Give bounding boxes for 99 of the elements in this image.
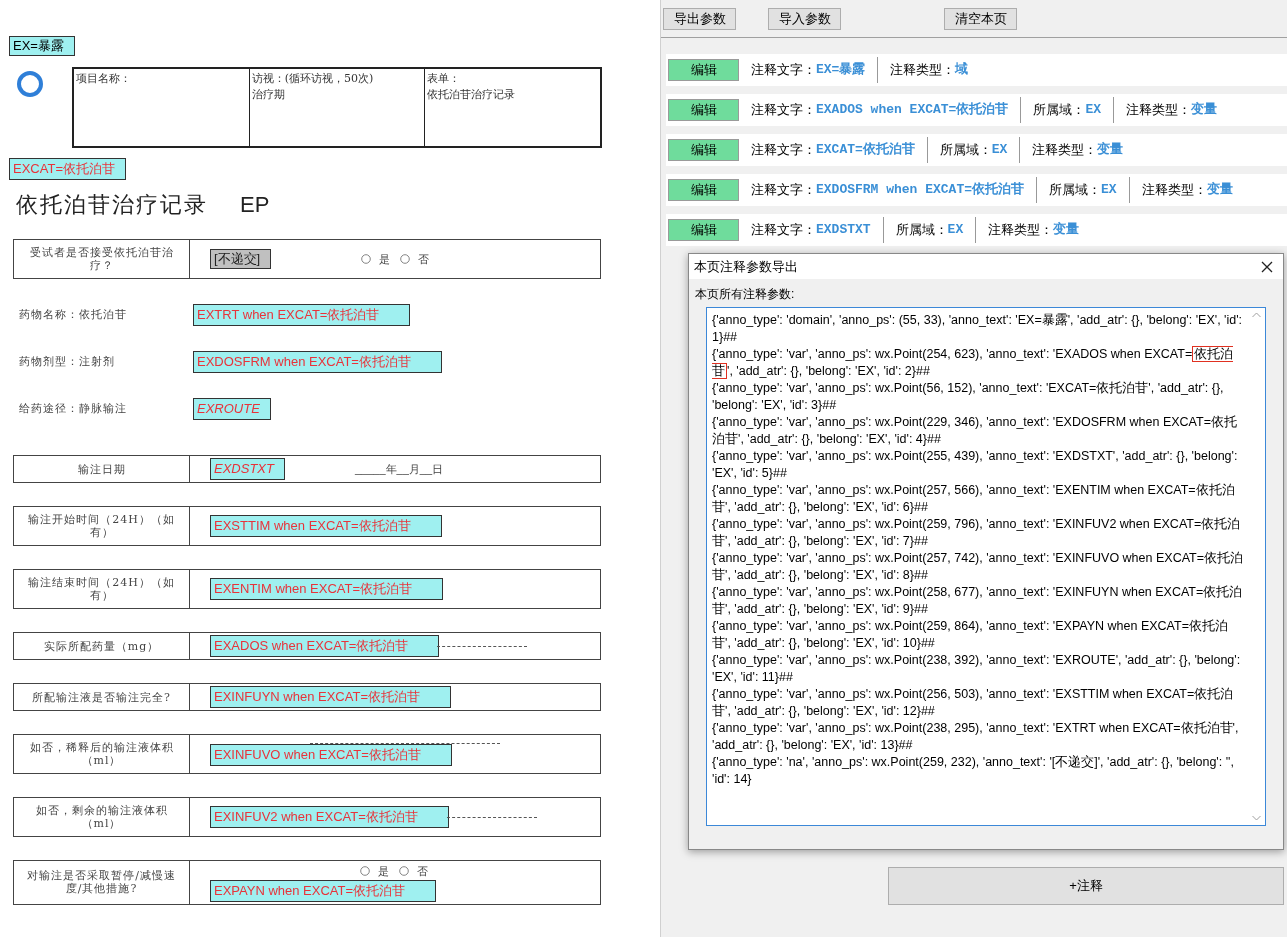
parameter-entry: {'anno_type': 'var', 'anno_ps': wx.Point(259, 796), 'anno_text': 'EXINFUV2 when EXCAT=依托泊苷', 'add_atr': {}, 'belong': 'EX', 'id': 7}## bbox=[712, 516, 1242, 550]
parameter-entry: {'anno_type': 'var', 'anno_ps': wx.Point(56, 152), 'anno_text': 'EXCAT=依托泊苷', 'add_atr': {}, 'belong': 'EX', 'id': 3}## bbox=[712, 380, 1225, 414]
field-label: 如否，稀释后的输注液体积（ml） bbox=[28, 741, 175, 767]
field-label: 给药途径：静脉输注 bbox=[19, 402, 128, 415]
table-cell-text: 依托泊苷治疗记录 bbox=[427, 87, 516, 103]
field-value: EX bbox=[991, 141, 1008, 160]
field-label: 所属域： bbox=[1049, 181, 1102, 200]
field-value: EX bbox=[1085, 101, 1102, 120]
field-label: 注释文字： bbox=[751, 61, 816, 80]
field-label: 如否，剩余的输注液体积（ml） bbox=[34, 804, 169, 830]
field-value: 变量 bbox=[1206, 181, 1233, 200]
field-label: 注释文字： bbox=[751, 221, 816, 240]
radio-button[interactable] bbox=[361, 254, 372, 264]
annotation-label: EXPAYN when EXCAT=依托泊苷 bbox=[210, 879, 437, 902]
field-label: 所属域： bbox=[939, 141, 992, 160]
field-label: 所配输注液是否输注完全? bbox=[32, 690, 171, 704]
field-label: 注释类型： bbox=[1126, 101, 1192, 120]
parameter-entry: {'anno_type': 'var', 'anno_ps': wx.Point(259, 864), 'anno_text': 'EXPAYN when EXCAT=依托泊苷', 'add_atr': {}, 'belong': 'EX', 'id': 10}## bbox=[712, 618, 1229, 652]
radio-label: 否 bbox=[418, 251, 430, 267]
field-label: 注释类型： bbox=[1032, 141, 1098, 160]
field-label: 注释文字： bbox=[751, 101, 816, 120]
parameter-entry: {'anno_type': 'var', 'anno_ps': wx.Point(257, 742), 'anno_text': 'EXINFUVO when EXCAT=依托泊苷', 'add_atr': {}, 'belong': 'EX', 'id': 8}## bbox=[712, 550, 1244, 584]
annotation-label: EXROUTE bbox=[193, 397, 271, 420]
field-value: 变量 bbox=[1097, 141, 1124, 160]
parameter-entry: {'anno_type': 'na', 'anno_ps': wx.Point(259, 232), 'anno_text': '[不递交]', 'add_atr': {}, 'belong': '', 'id': 14} bbox=[712, 754, 1235, 788]
field-value: EXDOSFRM when EXCAT=依托泊苷 bbox=[816, 181, 1025, 200]
field-label: 注释文字： bbox=[751, 181, 816, 200]
table-cell-text: 治疗期 bbox=[251, 87, 285, 103]
field-value: EXADOS when EXCAT=依托泊苷 bbox=[816, 101, 1009, 120]
edit-button[interactable]: 编辑 bbox=[668, 219, 739, 241]
annotation-label: EXINFUYN when EXCAT=依托泊苷 bbox=[210, 686, 451, 708]
form-title: 依托泊苷治疗记录 bbox=[16, 191, 208, 219]
field-label: 注释类型： bbox=[988, 221, 1054, 240]
add-annotation-button[interactable]: +注释 bbox=[888, 867, 1284, 905]
field-label: 实际所配药量（mg） bbox=[43, 639, 160, 653]
radio-button[interactable] bbox=[400, 254, 411, 264]
edit-button[interactable]: 编辑 bbox=[668, 99, 739, 121]
annotation-label: [不递交] bbox=[210, 249, 272, 269]
annotation-label: EXDSTXT bbox=[210, 458, 285, 480]
parameter-entry: {'anno_type': 'var', 'anno_ps': wx.Point(255, 439), 'anno_text': 'EXDSTXT', 'add_atr': {}, 'belong': 'EX', 'id': 5}## bbox=[712, 448, 1239, 482]
field-value: 域 bbox=[955, 61, 969, 80]
field-label: 药物剂型：注射剂 bbox=[19, 355, 116, 368]
annotation-label: EXCAT=依托泊苷 bbox=[9, 158, 126, 180]
parameter-entry: {'anno_type': 'domain', 'anno_ps': (55, 33), 'anno_text': 'EX=暴露', 'add_atr': {}, 'belong': 'EX', 'id': 1}## bbox=[712, 312, 1244, 346]
annotation-label: EXINFUVO when EXCAT=依托泊苷 bbox=[210, 743, 452, 766]
parameter-entry: {'anno_type': 'var', 'anno_ps': wx.Point(229, 346), 'anno_text': 'EXDOSFRM when EXCAT=依托泊苷', 'add_atr': {}, 'belong': 'EX', 'id': 4}## bbox=[712, 414, 1238, 448]
parameter-entry: {'anno_type': 'var', 'anno_ps': wx.Point(254, 623), 'anno_text': 'EXADOS when EXCAT= 依托泊苷 ', 'add_atr': {}, 'belong': 'EX', 'id': 2}## bbox=[712, 346, 1235, 380]
form-code: EP bbox=[240, 191, 270, 219]
parameter-entry: {'anno_type': 'var', 'anno_ps': wx.Point(257, 566), 'anno_text': 'EXENTIM when EXCAT=依托泊苷', 'add_atr': {}, 'belong': 'EX', 'id': 6}## bbox=[712, 482, 1236, 516]
table-cell-text: 访视：(循环访视，50次) bbox=[251, 71, 374, 87]
fill-in-line[interactable] bbox=[437, 645, 528, 647]
radio-button[interactable] bbox=[399, 866, 409, 877]
edit-button[interactable]: 编辑 bbox=[668, 59, 739, 81]
field-label: 注释类型： bbox=[890, 61, 956, 80]
dialog-title: 本页注释参数导出 bbox=[694, 257, 798, 276]
annotation-label: EXDOSFRM when EXCAT=依托泊苷 bbox=[193, 350, 442, 373]
edit-button[interactable]: 编辑 bbox=[668, 179, 739, 201]
radio-label: 是 bbox=[379, 251, 391, 267]
parameter-entry: {'anno_type': 'var', 'anno_ps': wx.Point(258, 677), 'anno_text': 'EXINFUYN when EXCAT=依托泊苷', 'add_atr': {}, 'belong': 'EX', 'id': 9}## bbox=[712, 584, 1244, 618]
annotation-label: EXTRT when EXCAT=依托泊苷 bbox=[193, 303, 411, 326]
field-label: 输注日期 bbox=[77, 462, 126, 476]
field-value: 变量 bbox=[1053, 221, 1080, 240]
field-value: 变量 bbox=[1191, 101, 1218, 120]
field-label: 所属域： bbox=[1033, 101, 1086, 120]
field-label: 本页所有注释参数: bbox=[694, 286, 796, 303]
table-cell-text: 表单： bbox=[427, 71, 461, 87]
annotation-label: EX=暴露 bbox=[9, 36, 75, 56]
radio-label: 否 bbox=[417, 864, 428, 879]
annotation-label: EXENTIM when EXCAT=依托泊苷 bbox=[210, 578, 444, 600]
ring-logo-icon bbox=[15, 69, 45, 99]
field-label: 药物名称：依托泊苷 bbox=[19, 308, 128, 321]
field-value: EXCAT=依托泊苷 bbox=[816, 141, 915, 160]
field-value: EX=暴露 bbox=[816, 61, 866, 80]
field-label: 输注结束时间（24H）（如有） bbox=[27, 576, 176, 602]
annotation-label: EXSTTIM when EXCAT=依托泊苷 bbox=[210, 515, 442, 537]
toolbar-button[interactable]: 清空本页 bbox=[944, 7, 1017, 30]
field-value: EXDSTXT bbox=[816, 221, 871, 240]
radio-label: 是 bbox=[378, 864, 389, 879]
field-value: EX bbox=[1101, 181, 1117, 200]
field-label: 注释文字： bbox=[751, 141, 816, 160]
field-label: 注释类型： bbox=[1141, 181, 1207, 200]
annotation-label: EXINFUV2 when EXCAT=依托泊苷 bbox=[210, 806, 449, 828]
table-cell-text: 项目名称： bbox=[76, 71, 131, 87]
field-label: 输注开始时间（24H）（如有） bbox=[27, 513, 176, 539]
annotation-label: EXADOS when EXCAT=依托泊苷 bbox=[210, 635, 440, 657]
parameter-entry: {'anno_type': 'var', 'anno_ps': wx.Point(256, 503), 'anno_text': 'EXSTTIM when EXCAT=依托泊苷', 'add_atr': {}, 'belong': 'EX', 'id': 12}## bbox=[712, 686, 1235, 720]
parameter-entry: {'anno_type': 'var', 'anno_ps': wx.Point(238, 392), 'anno_text': 'EXROUTE', 'add_atr': {}, 'belong': 'EX', 'id': 11}## bbox=[712, 652, 1242, 686]
radio-button[interactable] bbox=[360, 866, 370, 877]
field-value: EX bbox=[947, 221, 964, 240]
field-label: 所属域： bbox=[895, 221, 948, 240]
fill-in-line[interactable] bbox=[446, 816, 537, 818]
field-label: 受试者是否接受依托泊苷治疗？ bbox=[28, 246, 175, 272]
toolbar-button[interactable]: 导入参数 bbox=[768, 7, 841, 30]
parameter-entry: {'anno_type': 'var', 'anno_ps': wx.Point(238, 295), 'anno_text': 'EXTRT when EXCAT=依托泊苷', 'add_atr': {}, 'belong': 'EX', 'id': 13}## bbox=[712, 720, 1240, 754]
fill-in-line[interactable] bbox=[310, 742, 500, 744]
date-field[interactable]: _____年__月__日 bbox=[354, 460, 444, 478]
field-label: 对输注是否采取暂停/减慢速度/其他措施? bbox=[26, 869, 177, 896]
edit-button[interactable]: 编辑 bbox=[668, 139, 739, 161]
toolbar-button[interactable]: 导出参数 bbox=[663, 7, 736, 30]
